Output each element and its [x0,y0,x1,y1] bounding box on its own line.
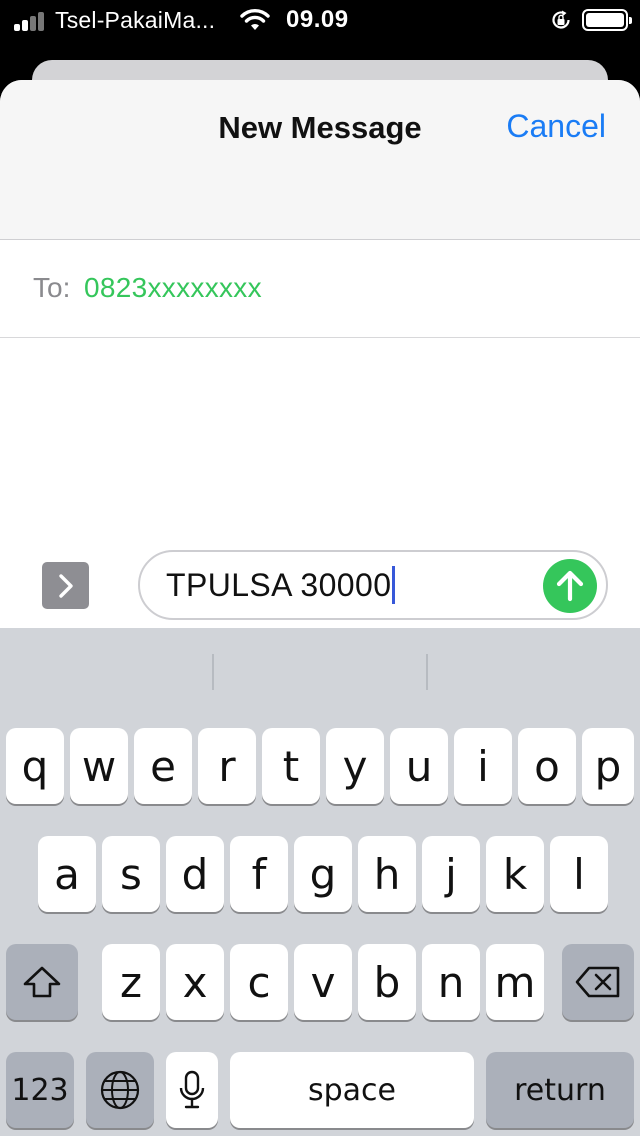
globe-icon [100,1070,140,1110]
recipient-label: To: [33,272,71,303]
send-button[interactable] [543,559,597,613]
rotation-lock-icon [552,10,570,29]
key-z[interactable]: z [102,944,160,1020]
key-l[interactable]: l [550,836,608,912]
numbers-key[interactable]: 123 [6,1052,74,1128]
key-s[interactable]: s [102,836,160,912]
keyboard: q w e r t y u i o p a s d f g h j k l z … [0,628,640,1136]
key-d[interactable]: d [166,836,224,912]
key-i[interactable]: i [454,728,512,804]
key-u[interactable]: u [390,728,448,804]
key-m[interactable]: m [486,944,544,1020]
space-key[interactable]: space [230,1052,474,1128]
key-b[interactable]: b [358,944,416,1020]
clock: 09.09 [286,6,349,33]
shift-key[interactable] [6,944,78,1020]
key-x[interactable]: x [166,944,224,1020]
text-cursor [392,565,396,604]
cancel-button[interactable]: Cancel [506,108,606,145]
delete-key[interactable] [562,944,634,1020]
key-t[interactable]: t [262,728,320,804]
return-key[interactable]: return [486,1052,634,1128]
key-r[interactable]: r [198,728,256,804]
globe-key[interactable] [86,1052,154,1128]
sheet-header: New Message Cancel [0,80,640,240]
signal-strength-icon [14,11,46,31]
key-e[interactable]: e [134,728,192,804]
key-v[interactable]: v [294,944,352,1020]
prediction-divider [426,654,428,690]
shift-icon [23,966,61,998]
chevron-right-icon [59,574,73,598]
key-k[interactable]: k [486,836,544,912]
microphone-icon [179,1070,205,1109]
backspace-icon [575,966,620,998]
arrow-up-icon [556,570,584,602]
battery-icon [582,9,632,31]
key-h[interactable]: h [358,836,416,912]
dictation-key[interactable] [166,1052,218,1128]
status-bar: Tsel-PakaiMa... 09.09 [0,0,640,40]
wifi-icon [240,9,270,30]
key-y[interactable]: y [326,728,384,804]
key-c[interactable]: c [230,944,288,1020]
key-f[interactable]: f [230,836,288,912]
key-o[interactable]: o [518,728,576,804]
carrier-name: Tsel-PakaiMa... [55,7,216,33]
key-g[interactable]: g [294,836,352,912]
key-n[interactable]: n [422,944,480,1020]
key-a[interactable]: a [38,836,96,912]
key-p[interactable]: p [582,728,634,804]
key-q[interactable]: q [6,728,64,804]
message-input[interactable]: TPULSA 30000 [138,550,608,620]
app-drawer-button[interactable] [42,562,89,609]
key-j[interactable]: j [422,836,480,912]
prediction-divider [212,654,214,690]
key-w[interactable]: w [70,728,128,804]
recipient-value[interactable]: 0823xxxxxxxx [84,272,262,304]
recipient-field[interactable]: To: 0823xxxxxxxx [0,240,640,338]
message-text: TPULSA 30000 [166,567,392,603]
